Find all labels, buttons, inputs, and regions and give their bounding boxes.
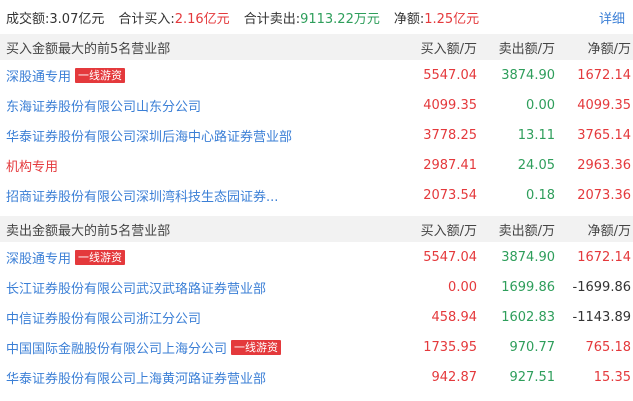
broker-cell: 招商证券股份有限公司深圳湾科技生态园证券... bbox=[6, 186, 380, 205]
net-amount-cell: -1143.89 bbox=[572, 309, 631, 325]
detail-link[interactable]: 详细 bbox=[599, 8, 625, 27]
broker-cell: 中信证券股份有限公司浙江分公司 bbox=[6, 308, 380, 327]
sell-amount-cell: 970.77 bbox=[509, 339, 556, 355]
buy-amount-cell: 458.94 bbox=[431, 309, 478, 325]
sell-amount-cell: 13.11 bbox=[517, 127, 555, 143]
net-amount-cell: -1699.86 bbox=[572, 279, 631, 295]
net-amount-cell: 765.18 bbox=[585, 339, 632, 355]
total-sell-label: 合计卖出: bbox=[243, 11, 301, 27]
buy-amount-cell: 942.87 bbox=[431, 369, 478, 385]
buy-amount-header: 买入额/万 bbox=[420, 223, 477, 239]
table-row: 华泰证券股份有限公司深圳后海中心路证券营业部 3778.25 13.11 3765.1… bbox=[0, 120, 633, 150]
sell-amount-header: 卖出额/万 bbox=[498, 223, 555, 239]
table-row: 华泰证券股份有限公司上海黄河路证券营业部 942.87 927.51 15.35 bbox=[0, 362, 633, 392]
sell-section-title: 卖出金额最大的前5名营业部 bbox=[6, 223, 171, 239]
sell-amount-cell: 24.05 bbox=[517, 157, 555, 173]
sell-amount-cell: 1699.86 bbox=[501, 279, 555, 295]
broker-name-link[interactable]: 招商证券股份有限公司深圳湾科技生态园证券... bbox=[6, 186, 278, 205]
net-label: 净额: bbox=[393, 11, 425, 27]
table-row: 深股通专用 一线游资 5547.04 3874.90 1672.14 bbox=[0, 242, 633, 272]
buy-amount-cell: 2073.54 bbox=[423, 187, 477, 203]
buy-section: 买入金额最大的前5名营业部 买入额/万 卖出额/万 净额/万 深股通专用 一线游资… bbox=[0, 34, 633, 210]
net-amount-cell: 1672.14 bbox=[577, 67, 631, 83]
hot-money-tag: 一线游资 bbox=[75, 67, 126, 83]
broker-cell: 华泰证券股份有限公司深圳后海中心路证券营业部 bbox=[6, 126, 380, 145]
broker-name-link[interactable]: 机构专用 bbox=[6, 156, 58, 175]
broker-name-link[interactable]: 中国国际金融股份有限公司上海分公司 bbox=[6, 338, 227, 357]
table-row: 招商证券股份有限公司深圳湾科技生态园证券... 2073.54 0.18 2073.3… bbox=[0, 180, 633, 210]
buy-amount-cell: 0.00 bbox=[448, 279, 477, 295]
net-amount-cell: 15.35 bbox=[593, 369, 631, 385]
total-buy-value: 2.16亿元 bbox=[174, 11, 230, 27]
lhb-panel: 成交额: 3.07亿元 合计买入: 2.16亿元 合计卖出: 9113.22万元… bbox=[0, 0, 633, 392]
sell-amount-cell: 0.18 bbox=[526, 187, 555, 203]
broker-name-link[interactable]: 东海证券股份有限公司山东分公司 bbox=[6, 96, 201, 115]
total-buy-label: 合计买入: bbox=[118, 11, 175, 27]
broker-name-link[interactable]: 长江证券股份有限公司武汉武珞路证券营业部 bbox=[6, 278, 266, 297]
broker-name-link[interactable]: 中信证券股份有限公司浙江分公司 bbox=[6, 308, 201, 327]
table-row: 中信证券股份有限公司浙江分公司 458.94 1602.83 -1143.89 bbox=[0, 302, 633, 332]
broker-cell: 中国国际金融股份有限公司上海分公司 一线游资 bbox=[6, 338, 380, 357]
total-sell-value: 9113.22万元 bbox=[300, 11, 380, 27]
sell-section: 卖出金额最大的前5名营业部 买入额/万 卖出额/万 净额/万 深股通专用 一线游资… bbox=[0, 216, 633, 392]
buy-amount-cell: 5547.04 bbox=[423, 67, 477, 83]
net-amount-header: 净额/万 bbox=[587, 41, 631, 57]
buy-section-header: 买入金额最大的前5名营业部 买入额/万 卖出额/万 净额/万 bbox=[0, 34, 633, 60]
broker-cell: 深股通专用 一线游资 bbox=[6, 248, 380, 267]
sell-amount-cell: 3874.90 bbox=[501, 249, 555, 265]
net-value: 1.25亿元 bbox=[424, 11, 480, 27]
broker-cell: 东海证券股份有限公司山东分公司 bbox=[6, 96, 380, 115]
buy-amount-cell: 5547.04 bbox=[423, 249, 477, 265]
table-row: 长江证券股份有限公司武汉武珞路证券营业部 0.00 1699.86 -1699.86 bbox=[0, 272, 633, 302]
table-row: 东海证券股份有限公司山东分公司 4099.35 0.00 4099.35 bbox=[0, 90, 633, 120]
broker-cell: 深股通专用 一线游资 bbox=[6, 66, 380, 85]
buy-amount-cell: 4099.35 bbox=[423, 97, 477, 113]
sell-amount-header: 卖出额/万 bbox=[498, 41, 555, 57]
sell-amount-cell: 927.51 bbox=[509, 369, 556, 385]
buy-rows: 深股通专用 一线游资 5547.04 3874.90 1672.14 东海证券股份有限公司… bbox=[0, 60, 633, 210]
hot-money-tag: 一线游资 bbox=[75, 249, 126, 265]
buy-amount-cell: 3778.25 bbox=[423, 127, 477, 143]
buy-amount-header: 买入额/万 bbox=[420, 41, 477, 57]
turnover-label: 成交额: bbox=[6, 11, 50, 27]
broker-cell: 机构专用 bbox=[6, 156, 380, 175]
broker-name-link[interactable]: 深股通专用 bbox=[6, 248, 71, 267]
summary-bar: 成交额: 3.07亿元 合计买入: 2.16亿元 合计卖出: 9113.22万元… bbox=[0, 0, 633, 34]
table-row: 深股通专用 一线游资 5547.04 3874.90 1672.14 bbox=[0, 60, 633, 90]
net-amount-cell: 2963.36 bbox=[577, 157, 631, 173]
sell-amount-cell: 0.00 bbox=[526, 97, 555, 113]
broker-name-link[interactable]: 华泰证券股份有限公司深圳后海中心路证券营业部 bbox=[6, 126, 292, 145]
table-row: 机构专用 2987.41 24.05 2963.36 bbox=[0, 150, 633, 180]
table-row: 中国国际金融股份有限公司上海分公司 一线游资 1735.95 970.77 765.18 bbox=[0, 332, 633, 362]
net-amount-header: 净额/万 bbox=[587, 223, 631, 239]
broker-cell: 长江证券股份有限公司武汉武珞路证券营业部 bbox=[6, 278, 380, 297]
hot-money-tag: 一线游资 bbox=[231, 339, 282, 355]
broker-cell: 华泰证券股份有限公司上海黄河路证券营业部 bbox=[6, 368, 380, 387]
net-amount-cell: 1672.14 bbox=[577, 249, 631, 265]
buy-amount-cell: 1735.95 bbox=[423, 339, 477, 355]
net-amount-cell: 3765.14 bbox=[577, 127, 631, 143]
sell-rows: 深股通专用 一线游资 5547.04 3874.90 1672.14 长江证券股份有限公司… bbox=[0, 242, 633, 392]
sell-amount-cell: 3874.90 bbox=[501, 67, 555, 83]
sell-amount-cell: 1602.83 bbox=[501, 309, 555, 325]
broker-name-link[interactable]: 深股通专用 bbox=[6, 66, 71, 85]
buy-amount-cell: 2987.41 bbox=[423, 157, 477, 173]
net-amount-cell: 2073.36 bbox=[577, 187, 631, 203]
sell-section-header: 卖出金额最大的前5名营业部 买入额/万 卖出额/万 净额/万 bbox=[0, 216, 633, 242]
buy-section-title: 买入金额最大的前5名营业部 bbox=[6, 41, 171, 57]
net-amount-cell: 4099.35 bbox=[577, 97, 631, 113]
turnover-value: 3.07亿元 bbox=[49, 11, 105, 27]
broker-name-link[interactable]: 华泰证券股份有限公司上海黄河路证券营业部 bbox=[6, 368, 266, 387]
